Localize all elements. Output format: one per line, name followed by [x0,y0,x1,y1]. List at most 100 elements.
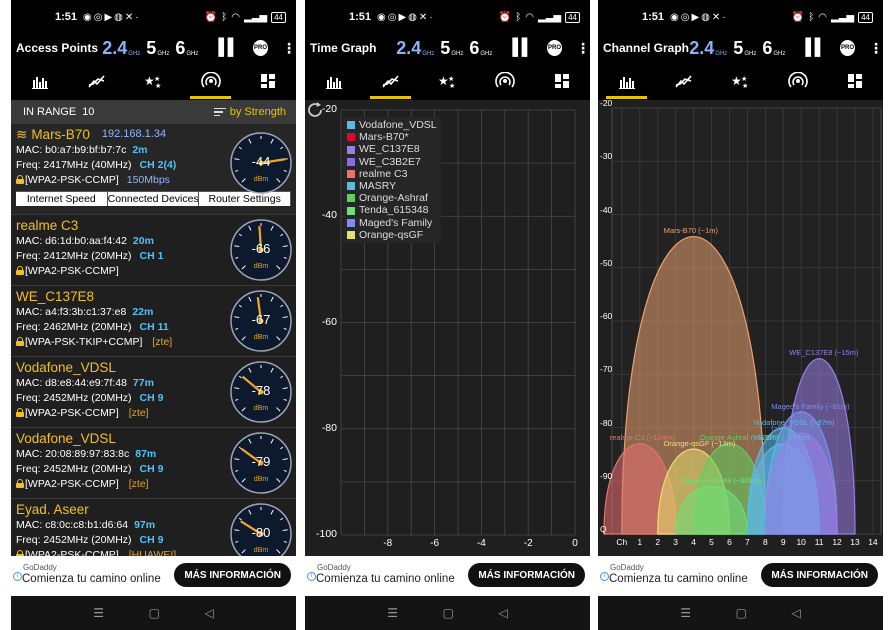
link-speed: 150Mbps [126,174,170,186]
band-24-toggle[interactable]: 2.4 GHz [689,39,727,57]
band-24-toggle[interactable]: 2.4 GHz [102,39,140,57]
tab-access-points[interactable] [769,62,826,100]
pro-badge-icon[interactable]: PRO [840,40,855,56]
channel-graph[interactable]: Mars-B70 (~1m) realme C3 (~124m) Orange-qs… [598,98,883,556]
legend-item: Orange-Ashraf [347,192,437,204]
pause-icon[interactable]: ▌▌ [805,39,826,57]
access-point-row[interactable]: realme C3 MAC: d6:1d:b0:aa:f4:42 20m Freq: … [11,215,296,286]
bar-chart-icon [31,77,48,89]
tab-channel-rating[interactable] [305,62,362,100]
ad-info-icon[interactable]: i [307,572,316,581]
pro-badge-icon[interactable]: PRO [253,40,268,56]
ad-info-icon[interactable]: i [600,572,609,581]
bar-chart-icon [325,77,342,89]
mac-address: MAC: d8:e8:44:e9:7f:48 [16,377,127,389]
ad-cta-button[interactable]: MÁS INFORMACIÓN [174,563,291,587]
legend-swatch [347,157,355,166]
ad-banner[interactable]: GoDaddy i Comienza tu camino online MÁS … [11,556,296,596]
internet-speed-button[interactable]: Internet Speed [16,192,108,206]
home-icon[interactable]: ▢ [149,606,160,620]
access-point-row[interactable]: ≋ Mars-B70 192.168.1.34 MAC: b0:a7:b9:bf:b7… [11,124,296,215]
connected-wifi-icon: ≋ [16,127,28,142]
access-point-row[interactable]: Vodafone_VDSL MAC: 20:08:89:97:83:8c 87m Fr… [11,428,296,499]
time-graph[interactable]: Vodafone_VDSL Mars-B70* WE_C137E8 WE_C3B2E7… [305,100,590,556]
x-tick-label: 5 [709,537,714,547]
time-graph-legend: Vodafone_VDSL Mars-B70* WE_C137E8 WE_C3B2E7… [343,117,441,244]
band-6-toggle[interactable]: 6 GHz [762,39,785,57]
band-5-toggle[interactable]: 5 GHz [733,39,756,57]
svg-text:★: ★ [155,82,161,89]
ad-info-icon[interactable]: i [13,572,22,581]
x-tick-label: 1 [637,537,643,547]
tab-dashboard[interactable] [826,62,883,100]
tab-time-graph[interactable] [68,62,125,100]
y-tick-label: -30 [600,151,613,162]
band-24-toggle[interactable]: 2.4 GHz [396,39,434,57]
pause-icon[interactable]: ▌▌ [218,39,239,57]
band-6-toggle[interactable]: 6 GHz [469,39,492,57]
back-icon[interactable]: ◁ [791,606,800,620]
recents-icon[interactable]: ☰ [93,606,104,620]
signal-strength-value: -79 [251,454,271,469]
back-icon[interactable]: ◁ [498,606,507,620]
tab-ratings[interactable]: ★ ★ ★ [419,62,476,100]
legend-label: Orange-qsGF [359,228,424,241]
band-6-toggle[interactable]: 6 GHz [175,39,198,57]
signal-unit: dBm [253,405,269,412]
signal-strength-value: -67 [251,312,271,327]
band-5-toggle[interactable]: 5 GHz [440,39,463,57]
router-settings-button[interactable]: Router Settings [199,192,292,206]
more-menu-icon[interactable]: ⋮ [869,40,883,57]
access-point-row[interactable]: WE_C137E8 MAC: a4:f3:3b:c1:37:e8 22m Freq: … [11,286,296,357]
connected-devices-button[interactable]: Connected Devices [107,192,200,206]
signal-unit: dBm [253,547,269,554]
view-tabs: ★ ★ ★ [598,62,883,100]
channel: CH 11 [139,321,169,333]
y-tick-label: -60 [600,311,613,321]
frequency: Freq: 2452MHz (20MHz) [16,463,132,475]
x-tick-label: 10 [796,537,806,547]
vendor: [zte] [128,478,149,490]
ad-cta-button[interactable]: MÁS INFORMACIÓN [468,563,585,587]
legend-label: Tenda_615348 [359,204,429,217]
x-tick-label: -8 [383,538,393,549]
tab-time-graph[interactable] [362,62,419,100]
sort-button[interactable]: by Strength [213,106,286,119]
band-5-toggle[interactable]: 5 GHz [146,39,169,57]
tab-access-points[interactable] [476,62,533,100]
pro-badge-icon[interactable]: PRO [547,40,562,56]
ad-cta-button[interactable]: MÁS INFORMACIÓN [761,563,878,587]
ad-banner[interactable]: GoDaddy i Comienza tu camino online MÁS … [598,556,883,596]
tab-ratings[interactable]: ★ ★ ★ [125,62,182,100]
more-menu-icon[interactable]: ⋮ [576,40,590,57]
channel: CH 2(4) [139,159,177,171]
tab-ratings[interactable]: ★ ★ ★ [712,62,769,100]
access-points-screen: 1:51 ◉◎▶◍✕· ⏰ ᛒ ◠ ▂▃▅ 44 Access Points 2… [11,0,296,630]
pause-icon[interactable]: ▌▌ [512,39,533,57]
tab-dashboard[interactable] [239,62,296,100]
home-icon[interactable]: ▢ [443,606,454,620]
tab-time-graph[interactable] [655,62,712,100]
x-tick-label: 2 [655,537,661,547]
ad-banner[interactable]: GoDaddy i Comienza tu camino online MÁS … [305,556,590,596]
security: [WPA2-PSK-CCMP] [25,407,119,419]
more-menu-icon[interactable]: ⋮ [282,40,296,57]
tab-channel-rating[interactable] [11,62,68,100]
tab-channel-rating[interactable] [598,62,655,100]
x-tick-label: 8 [762,537,768,547]
back-icon[interactable]: ◁ [204,606,213,620]
tab-access-points[interactable] [182,62,239,100]
recents-icon[interactable]: ☰ [680,606,691,620]
vendor: [zte] [128,407,149,419]
bluetooth-icon: ᛒ [515,11,522,23]
y-tick-label: -40 [600,204,613,215]
access-point-row[interactable]: Eyad. Aseer MAC: c8:0c:c8:b1:d6:64 97m Freq… [11,499,296,556]
home-icon[interactable]: ▢ [736,606,747,620]
recents-icon[interactable]: ☰ [387,606,398,620]
svg-text:★: ★ [449,82,455,89]
tab-dashboard[interactable] [533,62,590,100]
legend-swatch [347,169,355,178]
mac-address: MAC: a4:f3:3b:c1:37:e8 [16,306,127,318]
access-point-row[interactable]: Vodafone_VDSL MAC: d8:e8:44:e9:7f:48 77m Fr… [11,357,296,428]
x-tick-label: -4 [476,538,486,549]
